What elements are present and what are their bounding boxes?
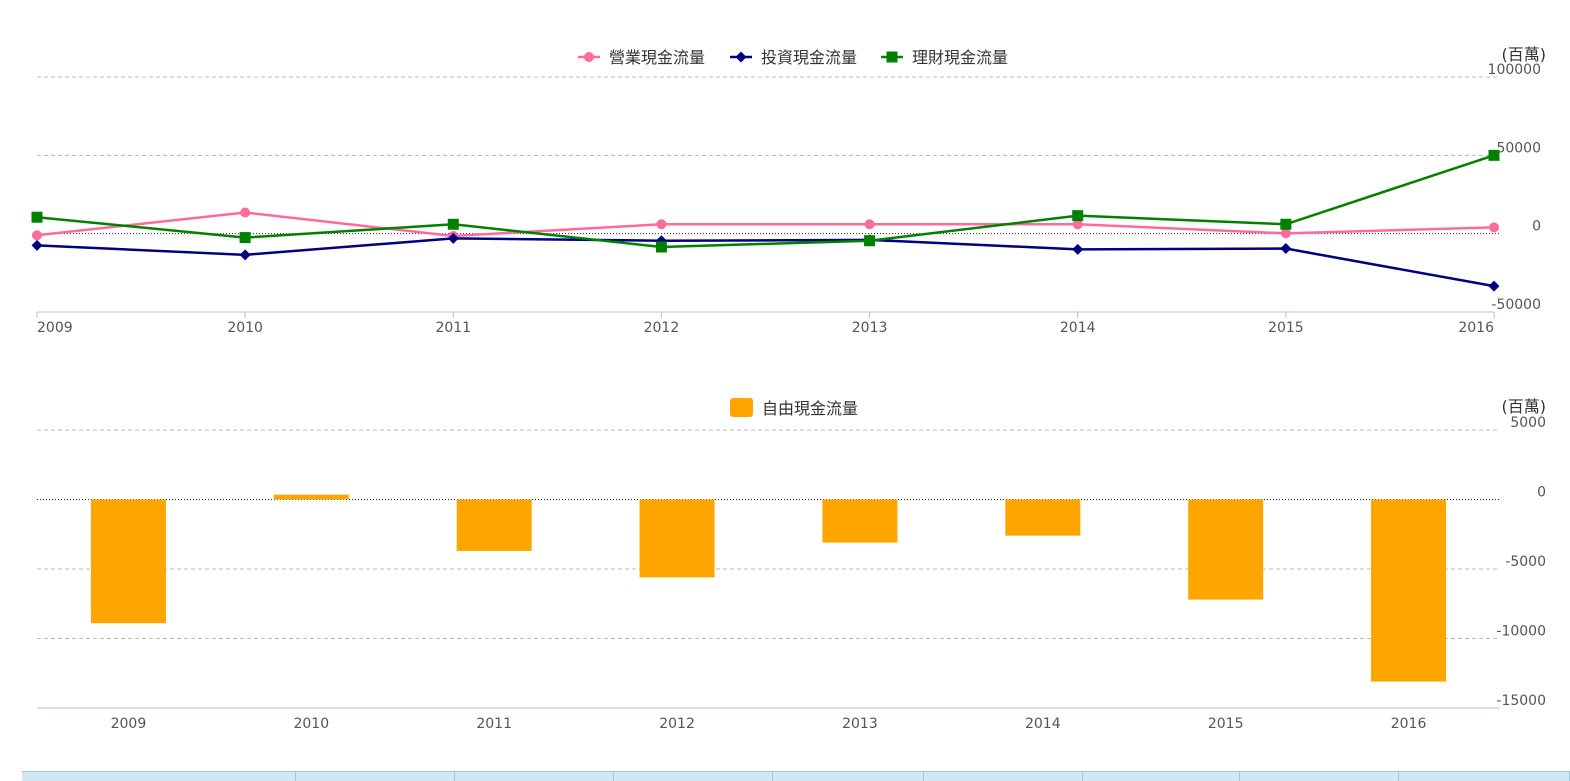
data-point	[1489, 222, 1499, 233]
data-point	[1488, 280, 1500, 292]
bar	[1005, 499, 1081, 536]
data-point	[886, 51, 898, 63]
data-point	[656, 219, 667, 230]
bar	[822, 499, 898, 543]
y-tick-label: 0	[1532, 219, 1541, 235]
data-point	[239, 232, 251, 244]
y-tick-label: 100000	[1488, 62, 1541, 78]
data-point	[584, 52, 594, 62]
series-line	[36, 237, 1495, 288]
y-tick-label: -15000	[1496, 693, 1546, 709]
data-point	[1280, 228, 1291, 239]
unit-label: (百萬)	[1502, 397, 1547, 416]
legend-swatch	[730, 398, 753, 417]
x-tick-label: 2009	[37, 320, 73, 336]
cash-flow-figure: -500000500001000002009 2010 2011 2012 2013 20…	[31, 45, 1547, 732]
data-point	[447, 218, 459, 230]
bar	[1188, 499, 1264, 600]
x-tick-label: 2010	[293, 716, 329, 732]
x-tick-label: 2016	[1458, 320, 1494, 336]
data-point	[735, 51, 747, 63]
data-point	[1280, 243, 1292, 255]
y-tick-label: -50000	[1491, 297, 1541, 313]
legend-label: 投資現金流量	[761, 48, 857, 67]
y-tick-label: -10000	[1496, 624, 1546, 640]
y-tick-label: 50000	[1496, 140, 1541, 156]
data-point	[655, 241, 667, 253]
data-point	[864, 219, 875, 230]
data-point	[31, 239, 43, 251]
data-point	[1280, 218, 1292, 230]
free-cash-flow-bar-chart: -15000 -10000 -5000 0 5000(百萬) 2009 2010 2011 20…	[37, 397, 1546, 732]
legend-label: 營業現金流量	[609, 48, 705, 67]
bar	[1371, 499, 1447, 682]
x-tick-label: 2012	[644, 320, 680, 336]
x-tick-label: 2014	[1060, 320, 1096, 336]
data-point	[1488, 149, 1500, 161]
x-tick-label: 2011	[476, 716, 512, 732]
bar	[456, 499, 532, 551]
x-tick-label: 2013	[852, 320, 888, 336]
bar	[639, 499, 715, 578]
legend-label: 理財現金流量	[912, 48, 1008, 67]
x-tick-label: 2015	[1268, 320, 1304, 336]
y-tick-label: -5000	[1505, 554, 1546, 570]
cash-flow-line-chart: -50000 0 50000 100000 2009 2010 2011 2012 2013 20…	[31, 45, 1547, 336]
bar	[273, 494, 349, 500]
data-point	[864, 235, 876, 247]
data-point	[1072, 243, 1084, 255]
unit-label: (百萬)	[1502, 45, 1547, 64]
x-tick-label: 2016	[1391, 716, 1427, 732]
x-tick-label: 2014	[1025, 716, 1061, 732]
data-point	[239, 249, 251, 261]
y-tick-label: 5000	[1510, 415, 1546, 431]
data-point	[32, 230, 42, 241]
x-tick-label: 2015	[1208, 716, 1244, 732]
x-tick-label: 2012	[659, 716, 695, 732]
x-tick-label: 2009	[111, 716, 147, 732]
data-point	[1072, 210, 1084, 222]
x-tick-label: 2013	[842, 716, 878, 732]
x-tick-label: 2010	[227, 320, 263, 336]
legend-label: 自由現金流量	[762, 399, 858, 418]
x-tick-label: 2011	[435, 320, 471, 336]
data-point	[240, 207, 251, 218]
data-point	[31, 211, 43, 223]
y-tick-label: 0	[1537, 485, 1546, 501]
bar	[90, 499, 166, 624]
